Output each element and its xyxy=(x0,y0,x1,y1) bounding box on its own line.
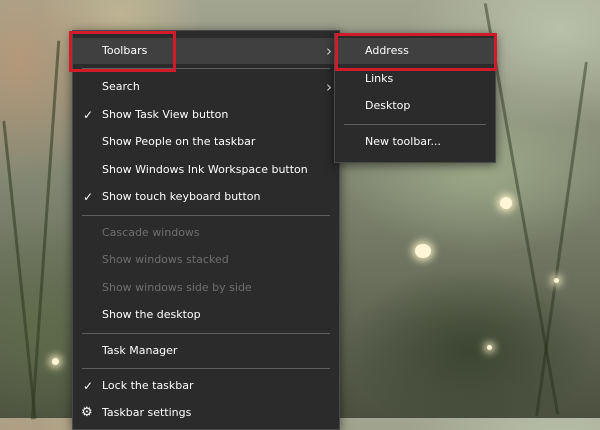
menu-item-label: Show the desktop xyxy=(102,308,201,321)
menu-item-show-the-desktop[interactable]: Show the desktop xyxy=(73,302,339,328)
menu-separator xyxy=(82,368,330,369)
menu-separator xyxy=(82,333,330,334)
menu-item-taskbar-settings[interactable]: ⚙ Taskbar settings xyxy=(73,400,339,426)
address-highlight-box xyxy=(335,33,497,71)
menu-item-label: Desktop xyxy=(365,99,411,112)
menu-item-cascade-windows: Cascade windows xyxy=(73,220,339,246)
menu-item-show-people[interactable]: Show People on the taskbar xyxy=(73,129,339,155)
menu-separator xyxy=(82,215,330,216)
checkmark-icon: ✓ xyxy=(83,108,94,122)
menu-item-show-windows-side-by-side: Show windows side by side xyxy=(73,275,339,301)
menu-item-label: Show touch keyboard button xyxy=(102,190,261,203)
menu-separator xyxy=(344,124,486,125)
menu-item-label: Lock the taskbar xyxy=(102,379,194,392)
menu-item-label: Show windows side by side xyxy=(102,281,252,294)
menu-item-label: Show windows stacked xyxy=(102,253,229,266)
gear-icon: ⚙ xyxy=(81,405,93,420)
menu-item-label: Search xyxy=(102,80,140,93)
chevron-right-icon: › xyxy=(326,78,332,96)
menu-item-show-touch-keyboard[interactable]: ✓ Show touch keyboard button xyxy=(73,184,339,210)
menu-item-label: New toolbar... xyxy=(365,135,442,148)
menu-item-search[interactable]: Search › xyxy=(73,74,339,100)
checkmark-icon: ✓ xyxy=(83,190,94,204)
menu-item-show-task-view-button[interactable]: ✓ Show Task View button xyxy=(73,102,339,128)
checkmark-icon: ✓ xyxy=(83,379,94,393)
menu-item-label: Cascade windows xyxy=(102,226,200,239)
chevron-right-icon: › xyxy=(326,42,332,60)
menu-item-show-windows-stacked: Show windows stacked xyxy=(73,247,339,273)
menu-item-show-windows-ink[interactable]: Show Windows Ink Workspace button xyxy=(73,157,339,183)
submenu-item-new-toolbar[interactable]: New toolbar... xyxy=(335,129,495,155)
menu-item-label: Task Manager xyxy=(102,344,178,357)
submenu-item-desktop[interactable]: Desktop xyxy=(335,93,495,119)
taskbar-context-menu: Toolbars › Search › ✓ Show Task View but… xyxy=(72,30,340,430)
menu-item-lock-the-taskbar[interactable]: ✓ Lock the taskbar xyxy=(73,373,339,399)
menu-item-label: Show Task View button xyxy=(102,108,229,121)
menu-item-task-manager[interactable]: Task Manager xyxy=(73,338,339,364)
menu-item-label: Show Windows Ink Workspace button xyxy=(102,163,308,176)
menu-item-label: Show People on the taskbar xyxy=(102,135,256,148)
menu-item-label: Taskbar settings xyxy=(102,406,192,419)
toolbars-highlight-box xyxy=(69,31,176,72)
